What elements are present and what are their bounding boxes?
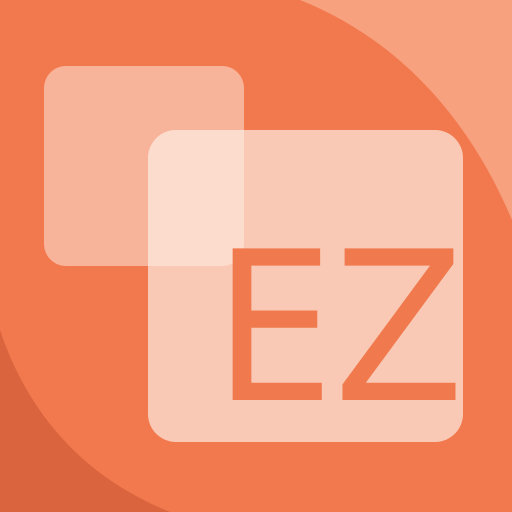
app-icon: EZ (0, 0, 512, 512)
app-icon-artwork: EZ (0, 0, 512, 512)
logo-text: EZ (214, 208, 464, 450)
